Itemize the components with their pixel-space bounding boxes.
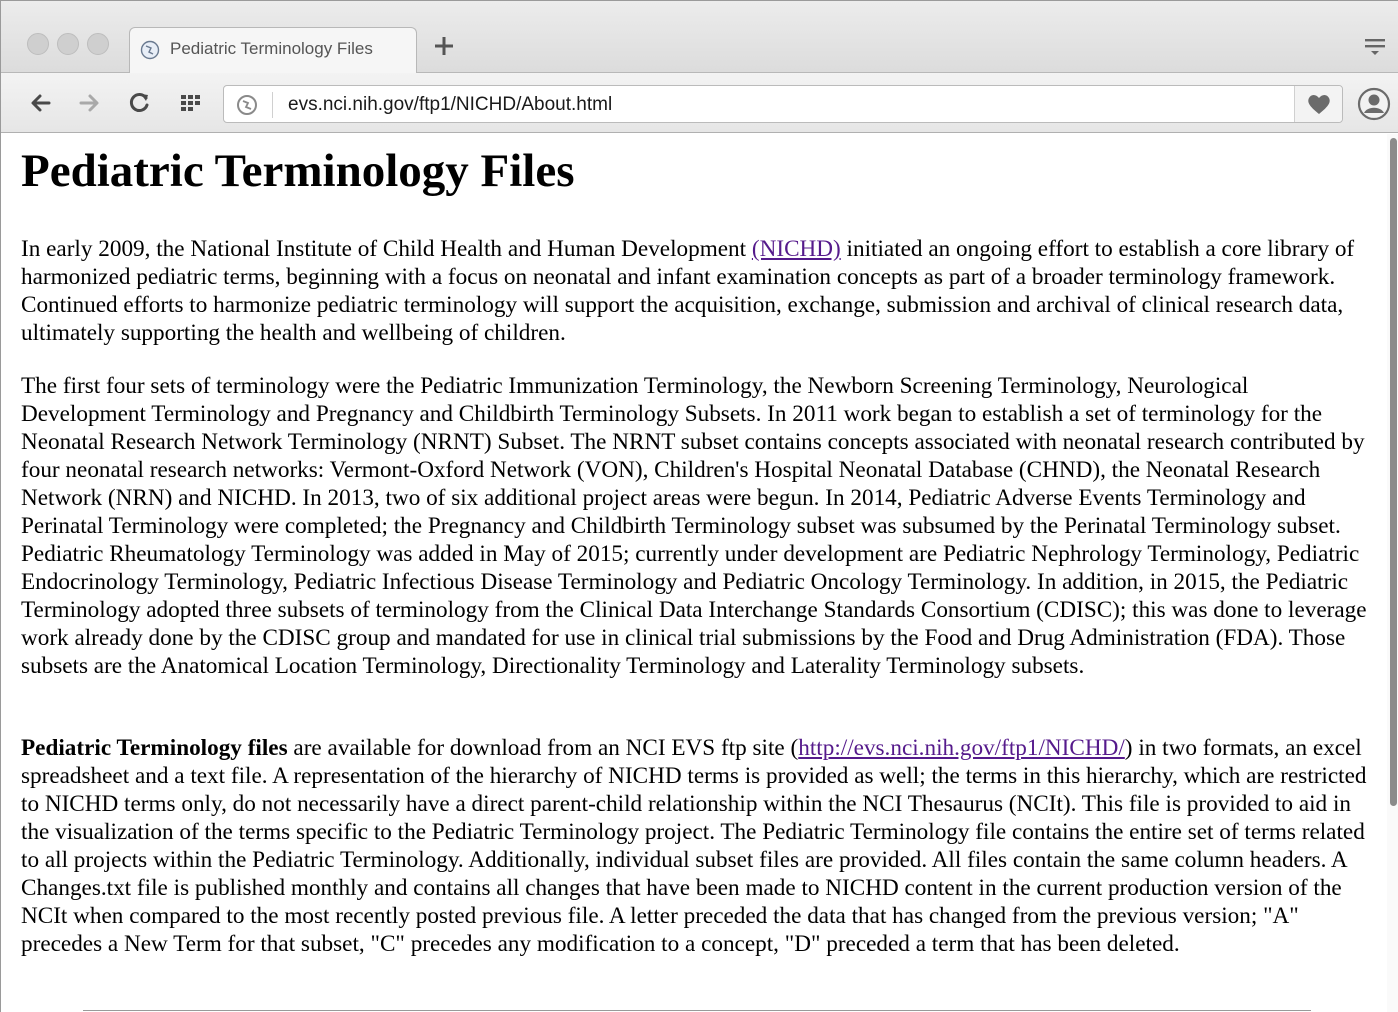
title-bar: Pediatric Terminology Files xyxy=(1,1,1398,73)
reload-icon[interactable] xyxy=(125,89,153,117)
close-window-button[interactable] xyxy=(27,33,49,55)
bold-lead: Pediatric Terminology files xyxy=(21,735,288,761)
url-text[interactable]: evs.nci.nih.gov/ftp1/NICHD/About.html xyxy=(288,94,612,116)
intro-paragraph: In early 2009, the National Institute of… xyxy=(21,235,1371,347)
address-bar[interactable]: evs.nci.nih.gov/ftp1/NICHD/About.html xyxy=(223,85,1343,123)
intro-text-before-link: In early 2009, the National Institute of… xyxy=(21,236,752,262)
zoom-window-button[interactable] xyxy=(87,33,109,55)
nichd-link[interactable]: (NICHD) xyxy=(752,236,841,262)
bookmark-button[interactable] xyxy=(1294,86,1342,122)
forward-arrow-icon[interactable] xyxy=(75,89,103,117)
download-text-before-link: are available for download from an NCI E… xyxy=(287,735,799,761)
tab-pediatric-terminology[interactable]: Pediatric Terminology Files xyxy=(129,27,417,73)
page-title: Pediatric Terminology Files xyxy=(21,145,575,197)
history-paragraph: The first four sets of terminology were … xyxy=(21,373,1367,679)
ftp-site-link[interactable]: http://evs.nci.nih.gov/ftp1/NICHD/ xyxy=(798,735,1125,761)
browser-window: Pediatric Terminology Files evs.nci.nih.… xyxy=(0,0,1398,1012)
site-info-icon[interactable] xyxy=(236,94,258,116)
account-icon[interactable] xyxy=(1357,87,1391,121)
tab-title: Pediatric Terminology Files xyxy=(170,39,373,58)
minimize-window-button[interactable] xyxy=(57,33,79,55)
scrollbar-thumb[interactable] xyxy=(1390,138,1397,806)
download-paragraph: Pediatric Terminology files are availabl… xyxy=(21,734,1371,958)
heart-icon xyxy=(1308,95,1330,114)
vertical-scrollbar[interactable] xyxy=(1387,134,1398,1012)
new-tab-button[interactable] xyxy=(431,33,457,59)
navigation-toolbar: evs.nci.nih.gov/ftp1/NICHD/About.html xyxy=(1,73,1398,133)
page-content: Pediatric Terminology Files In early 200… xyxy=(1,134,1387,1012)
address-divider xyxy=(272,92,273,118)
tab-menu-icon[interactable] xyxy=(1363,37,1387,57)
download-text-after-link: ) in two formats, an excel spreadsheet a… xyxy=(21,735,1367,957)
apps-grid-icon[interactable] xyxy=(177,89,205,117)
back-arrow-icon[interactable] xyxy=(27,89,55,117)
globe-icon xyxy=(140,40,160,60)
